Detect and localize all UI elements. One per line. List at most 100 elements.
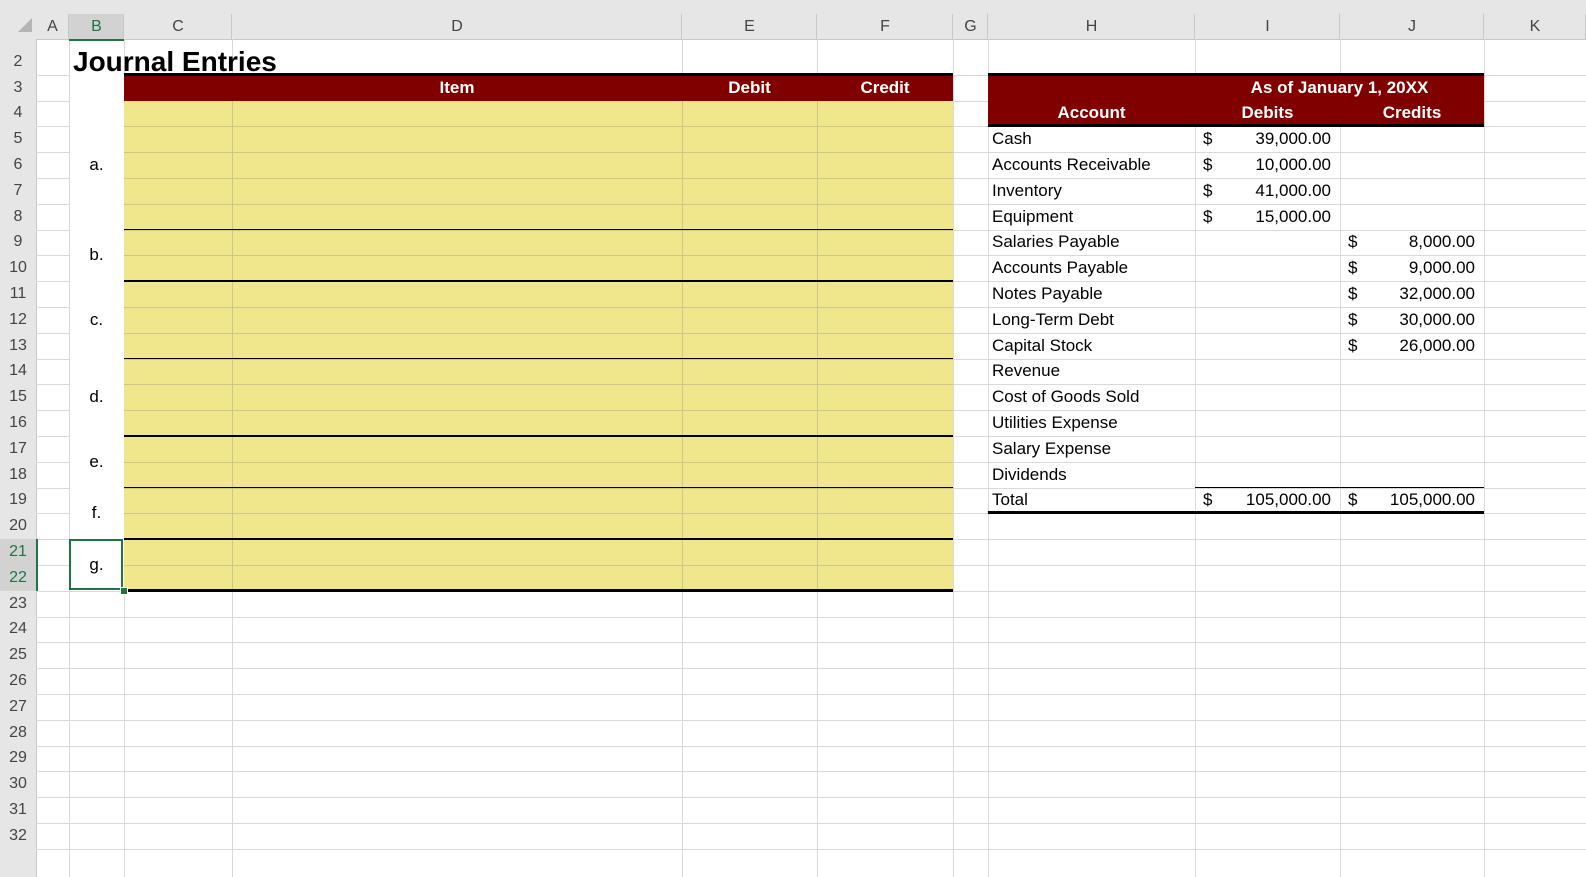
row-header-16[interactable]: 16 bbox=[0, 410, 36, 436]
entry-row-gridline bbox=[124, 178, 953, 179]
column-gridline bbox=[988, 39, 989, 877]
row-header-4[interactable]: 4 bbox=[0, 101, 36, 127]
journal-entry-area[interactable] bbox=[124, 100, 953, 591]
column-gridline bbox=[1340, 39, 1341, 877]
entry-label-f: f. bbox=[91, 503, 102, 523]
entry-label-b: b. bbox=[89, 245, 104, 265]
column-gridline bbox=[953, 39, 954, 877]
row-header-15[interactable]: 15 bbox=[0, 384, 36, 410]
row-gridline bbox=[36, 719, 1586, 721]
row-header-19[interactable]: 19 bbox=[0, 488, 36, 514]
row-header-22[interactable]: 22 bbox=[0, 565, 38, 591]
entry-row-gridline bbox=[124, 332, 953, 334]
entry-group-border bbox=[124, 357, 953, 360]
trial-balance-debits-header: Debits bbox=[1241, 103, 1294, 123]
entry-group-border bbox=[124, 588, 953, 592]
column-header-i[interactable]: I bbox=[1195, 14, 1340, 39]
row-gridline bbox=[36, 771, 1586, 773]
row-header-14[interactable]: 14 bbox=[0, 359, 36, 385]
row-header-6[interactable]: 6 bbox=[0, 152, 36, 178]
select-all-icon[interactable] bbox=[18, 18, 32, 32]
column-header-k[interactable]: K bbox=[1484, 14, 1586, 39]
column-header-j[interactable]: J bbox=[1340, 14, 1484, 39]
account-name: Cost of Goods Sold bbox=[992, 387, 1140, 407]
row-header-9[interactable]: 9 bbox=[0, 230, 36, 256]
row-header-25[interactable]: 25 bbox=[0, 642, 36, 668]
credit-amount: 26,000.00 bbox=[1399, 335, 1475, 355]
account-name: Cash bbox=[992, 129, 1032, 149]
row-header-21[interactable]: 21 bbox=[0, 539, 38, 565]
entry-group-border bbox=[124, 435, 953, 437]
column-header-b[interactable]: B bbox=[69, 14, 124, 41]
column-header-c[interactable]: C bbox=[124, 14, 232, 39]
row-header-8[interactable]: 8 bbox=[0, 204, 36, 230]
column-header-h[interactable]: H bbox=[988, 14, 1195, 39]
row-header-28[interactable]: 28 bbox=[0, 720, 36, 746]
row-gridline bbox=[36, 616, 1586, 618]
account-name: Inventory bbox=[992, 180, 1062, 200]
row-header-26[interactable]: 26 bbox=[0, 668, 36, 694]
row-header-11[interactable]: 11 bbox=[0, 281, 36, 307]
entry-row-gridline bbox=[124, 307, 953, 308]
account-name: Accounts Payable bbox=[992, 258, 1129, 278]
row-header-31[interactable]: 31 bbox=[0, 797, 36, 823]
entry-row-gridline bbox=[124, 126, 953, 128]
row-header-7[interactable]: 7 bbox=[0, 178, 36, 204]
entry-row-gridline bbox=[124, 384, 953, 386]
column-gridline bbox=[1484, 39, 1485, 877]
row-gridline bbox=[36, 642, 1586, 644]
account-name: Utilities Expense bbox=[992, 413, 1118, 433]
column-header-g[interactable]: G bbox=[953, 14, 988, 39]
row-header-2[interactable]: 2 bbox=[0, 49, 36, 75]
journal-title: Journal Entries bbox=[73, 45, 277, 77]
credit-amount: 9,000.00 bbox=[1408, 258, 1475, 278]
column-header-d[interactable]: D bbox=[232, 14, 682, 39]
entry-column-gridline bbox=[232, 100, 233, 591]
selected-cell[interactable] bbox=[69, 539, 123, 590]
row-header-12[interactable]: 12 bbox=[0, 307, 36, 333]
row-gridline bbox=[36, 694, 1586, 695]
account-name: Equipment bbox=[992, 206, 1074, 226]
debit-amount: 41,000.00 bbox=[1255, 180, 1331, 200]
row-header-18[interactable]: 18 bbox=[0, 462, 36, 488]
debit-amount: 10,000.00 bbox=[1255, 155, 1331, 175]
credit-amount: 8,000.00 bbox=[1408, 232, 1475, 252]
row-header-20[interactable]: 20 bbox=[0, 513, 36, 539]
row-header-29[interactable]: 29 bbox=[0, 746, 36, 772]
row-header-3[interactable]: 3 bbox=[0, 75, 36, 101]
row-header-23[interactable]: 23 bbox=[0, 591, 36, 617]
row-header-32[interactable]: 32 bbox=[0, 823, 36, 849]
total-credits: 105,000.00 bbox=[1389, 490, 1475, 510]
entry-label-e: e. bbox=[89, 451, 104, 471]
column-header-e[interactable]: E bbox=[682, 14, 817, 39]
account-name: Accounts Receivable bbox=[992, 155, 1151, 175]
fill-handle[interactable] bbox=[120, 586, 128, 595]
entry-row-gridline bbox=[124, 565, 953, 566]
entry-row-gridline bbox=[124, 203, 953, 205]
trial-balance-credits-header: Credits bbox=[1382, 103, 1442, 123]
row-header-24[interactable]: 24 bbox=[0, 617, 36, 643]
row-header-27[interactable]: 27 bbox=[0, 694, 36, 720]
column-header-f[interactable]: F bbox=[817, 14, 953, 39]
credit-amount: 32,000.00 bbox=[1399, 284, 1475, 304]
entry-row-gridline bbox=[124, 513, 953, 515]
entry-group-border bbox=[124, 538, 953, 540]
entry-group-border bbox=[124, 228, 953, 231]
entry-column-gridline bbox=[817, 100, 818, 591]
total-debits: 105,000.00 bbox=[1245, 490, 1331, 510]
row-header-17[interactable]: 17 bbox=[0, 436, 36, 462]
trial-balance-date-header: As of January 1, 20XX bbox=[1250, 77, 1429, 97]
journal-header-debit: Debit bbox=[728, 77, 771, 97]
entry-label-a: a. bbox=[89, 155, 104, 175]
entry-column-gridline bbox=[682, 100, 683, 591]
spreadsheet-grid[interactable]: A B C D E F G H I J K 2 3 4 5 6 7 8 9 10 11 12 13 14 15 16 17 18 19 2… bbox=[0, 0, 1586, 877]
row-header-5[interactable]: 5 bbox=[0, 126, 36, 152]
trial-balance-account-header: Account bbox=[1057, 103, 1126, 123]
entry-row-gridline bbox=[124, 152, 953, 154]
row-header-30[interactable]: 30 bbox=[0, 771, 36, 797]
row-gridline bbox=[36, 668, 1586, 670]
row-header-13[interactable]: 13 bbox=[0, 333, 36, 359]
column-header-a[interactable]: A bbox=[36, 14, 69, 39]
account-name: Capital Stock bbox=[992, 335, 1093, 355]
row-header-10[interactable]: 10 bbox=[0, 255, 36, 281]
